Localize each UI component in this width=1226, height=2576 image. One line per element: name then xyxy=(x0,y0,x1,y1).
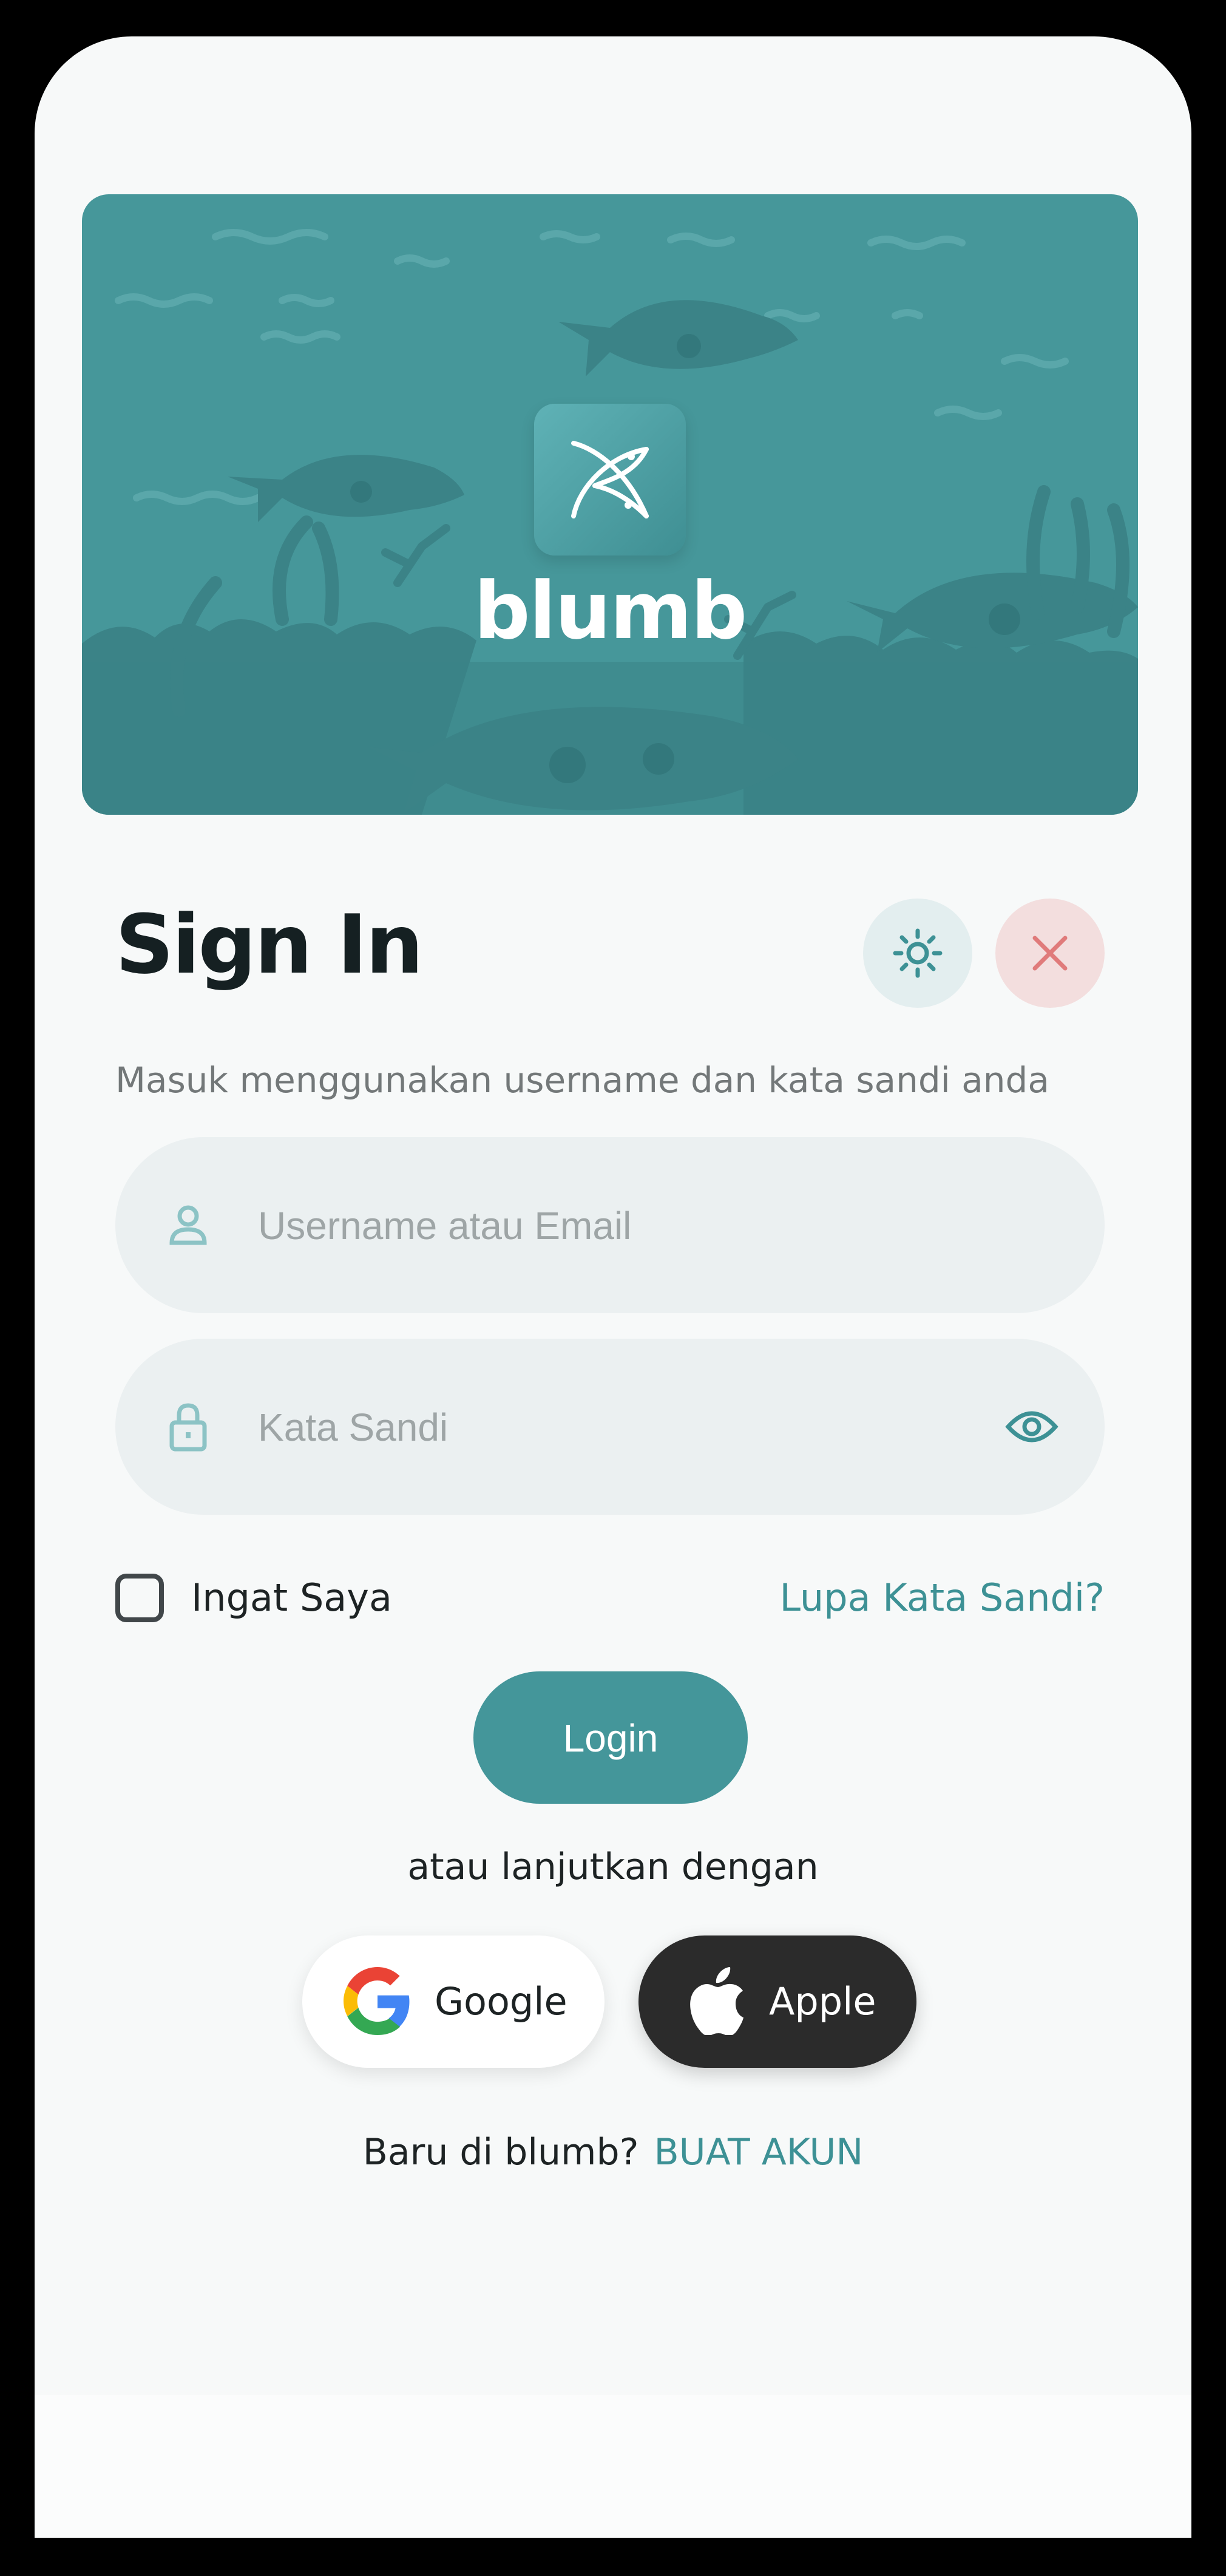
page-subtitle: Masuk menggunakan username dan kata sand… xyxy=(115,1059,1049,1101)
user-icon xyxy=(169,1205,207,1245)
username-input[interactable] xyxy=(257,1195,957,1257)
apple-label: Apple xyxy=(769,1979,876,2024)
hero-banner: blumb xyxy=(82,194,1138,815)
theme-toggle-button[interactable] xyxy=(863,899,972,1008)
signup-prompt: Baru di blumb? xyxy=(362,2131,639,2173)
google-signin-button[interactable]: Google xyxy=(302,1935,605,2068)
social-divider-text: atau lanjutkan dengan xyxy=(407,1846,819,1888)
close-button[interactable] xyxy=(995,899,1105,1008)
login-button[interactable]: Login xyxy=(473,1671,748,1804)
bottom-safe-area xyxy=(35,2395,1191,2538)
password-input[interactable] xyxy=(257,1396,957,1458)
forgot-password-link[interactable]: Lupa Kata Sandi? xyxy=(779,1575,1105,1620)
lock-icon xyxy=(169,1403,207,1452)
brand-name: blumb xyxy=(473,565,748,657)
signup-row: Baru di blumb? BUAT AKUN xyxy=(0,2131,1226,2173)
page-title: Sign In xyxy=(115,897,424,992)
remember-me-checkbox[interactable] xyxy=(115,1574,164,1622)
password-field[interactable] xyxy=(115,1339,1105,1515)
username-field[interactable] xyxy=(115,1137,1105,1313)
google-icon xyxy=(344,1967,410,2035)
apple-signin-button[interactable]: Apple xyxy=(638,1935,916,2068)
google-label: Google xyxy=(435,1979,567,2024)
create-account-link[interactable]: BUAT AKUN xyxy=(654,2131,864,2173)
app-logo xyxy=(534,404,686,556)
remember-me-label[interactable]: Ingat Saya xyxy=(191,1575,392,1620)
fish-logo-icon xyxy=(571,441,649,518)
close-icon xyxy=(1032,936,1068,971)
sun-icon xyxy=(893,928,943,978)
apple-icon xyxy=(690,1967,743,2035)
eye-icon[interactable] xyxy=(1004,1402,1059,1451)
